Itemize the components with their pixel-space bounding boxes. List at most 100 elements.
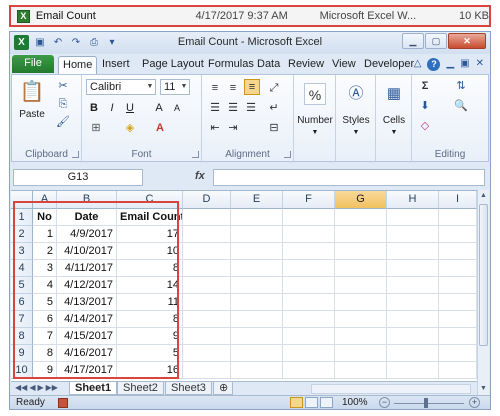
doc-minimize-icon[interactable]: ▁ [446, 58, 454, 71]
tab-page-layout[interactable]: Page Layout [138, 56, 208, 74]
scroll-up-icon[interactable]: ▲ [478, 190, 489, 202]
cell-g8[interactable] [335, 328, 387, 345]
cell-g5[interactable] [335, 277, 387, 294]
doc-restore-icon[interactable]: ▣ [460, 58, 469, 71]
bold-icon[interactable]: B [88, 101, 100, 115]
cell-d3[interactable] [183, 243, 231, 260]
align-left-icon[interactable]: ☰ [208, 101, 222, 115]
fx-icon[interactable]: fx [195, 170, 205, 182]
cell-f9[interactable] [283, 345, 335, 362]
fill-color-icon[interactable]: ◈ [122, 121, 138, 135]
cell-b1[interactable]: Date [57, 209, 117, 226]
align-top-icon[interactable]: ≡ [208, 81, 222, 95]
borders-icon[interactable]: ⊞ [88, 121, 104, 135]
decrease-indent-icon[interactable]: ⇤ [208, 121, 222, 135]
page-break-view-icon[interactable] [320, 397, 333, 408]
row-header[interactable]: 10 [11, 362, 33, 379]
font-name-dropdown-icon[interactable]: ▼ [145, 80, 155, 94]
cell-a8[interactable]: 7 [33, 328, 57, 345]
underline-icon[interactable]: U [124, 101, 136, 115]
cell-f6[interactable] [283, 294, 335, 311]
column-header-h[interactable]: H [387, 191, 439, 209]
cell-d9[interactable] [183, 345, 231, 362]
cell-c9[interactable]: 5 [117, 345, 183, 362]
cell-h4[interactable] [387, 260, 439, 277]
font-name-combo[interactable]: Calibri ▼ [86, 79, 156, 95]
page-layout-view-icon[interactable] [305, 397, 318, 408]
column-header-d[interactable]: D [183, 191, 231, 209]
cell-b2[interactable]: 4/9/2017 [57, 226, 117, 243]
cell-e7[interactable] [231, 311, 283, 328]
close-button[interactable]: ✕ [448, 33, 486, 49]
help-icon[interactable]: ? [427, 58, 441, 71]
cell-i10[interactable] [439, 362, 477, 379]
cell-f1[interactable] [283, 209, 335, 226]
column-header-c[interactable]: C [117, 191, 183, 209]
row-header[interactable]: 3 [11, 243, 33, 260]
cell-f7[interactable] [283, 311, 335, 328]
row-header[interactable]: 6 [11, 294, 33, 311]
row-header[interactable]: 5 [11, 277, 33, 294]
cell-i4[interactable] [439, 260, 477, 277]
zoom-slider[interactable] [394, 403, 464, 404]
cell-i1[interactable] [439, 209, 477, 226]
doc-close-icon[interactable]: ✕ [476, 58, 484, 71]
file-list-row[interactable]: X Email Count 4/17/2017 9:37 AM Microsof… [9, 5, 491, 27]
minimize-ribbon-icon[interactable]: △ [414, 58, 422, 71]
cell-d5[interactable] [183, 277, 231, 294]
cell-f3[interactable] [283, 243, 335, 260]
cell-c8[interactable]: 9 [117, 328, 183, 345]
cell-a10[interactable]: 9 [33, 362, 57, 379]
cell-i5[interactable] [439, 277, 477, 294]
cell-e8[interactable] [231, 328, 283, 345]
cell-h9[interactable] [387, 345, 439, 362]
number-group[interactable]: % Number ▼ [294, 75, 336, 161]
merge-center-icon[interactable]: ⊟ [266, 121, 282, 135]
styles-group[interactable]: Ⓐ Styles ▼ [336, 75, 376, 161]
row-header[interactable]: 9 [11, 345, 33, 362]
column-header-e[interactable]: E [231, 191, 283, 209]
cell-h7[interactable] [387, 311, 439, 328]
grow-font-icon[interactable]: A [152, 101, 166, 115]
zoom-level[interactable]: 100% [342, 396, 368, 409]
cell-e3[interactable] [231, 243, 283, 260]
cell-f5[interactable] [283, 277, 335, 294]
cell-f8[interactable] [283, 328, 335, 345]
sort-filter-icon[interactable]: ⇅ [452, 79, 470, 93]
zoom-out-icon[interactable]: − [379, 397, 390, 408]
cell-b8[interactable]: 4/15/2017 [57, 328, 117, 345]
cell-i2[interactable] [439, 226, 477, 243]
wrap-text-icon[interactable]: ↵ [266, 101, 282, 115]
fill-icon[interactable]: ⬇ [418, 99, 432, 113]
cell-c1[interactable]: Email Count [117, 209, 183, 226]
cell-c2[interactable]: 17 [117, 226, 183, 243]
cell-h2[interactable] [387, 226, 439, 243]
cell-i8[interactable] [439, 328, 477, 345]
scroll-thumb[interactable] [479, 204, 488, 346]
cell-g4[interactable] [335, 260, 387, 277]
cell-d8[interactable] [183, 328, 231, 345]
tab-formulas[interactable]: Formulas [204, 56, 258, 74]
paste-icon[interactable]: 📋 [18, 79, 46, 105]
cell-e4[interactable] [231, 260, 283, 277]
prev-sheet-icon[interactable]: ◀ [29, 383, 35, 392]
cell-c6[interactable]: 11 [117, 294, 183, 311]
font-color-icon[interactable]: A [152, 121, 168, 135]
cell-e10[interactable] [231, 362, 283, 379]
cell-g9[interactable] [335, 345, 387, 362]
cell-f10[interactable] [283, 362, 335, 379]
column-header-f[interactable]: F [283, 191, 335, 209]
row-header[interactable]: 4 [11, 260, 33, 277]
cell-a1[interactable]: No [33, 209, 57, 226]
column-header-i[interactable]: I [439, 191, 477, 209]
copy-icon[interactable]: ⎘ [56, 97, 70, 111]
cell-h8[interactable] [387, 328, 439, 345]
cell-h6[interactable] [387, 294, 439, 311]
cells-group[interactable]: ▦ Cells ▼ [376, 75, 412, 161]
cell-c10[interactable]: 16 [117, 362, 183, 379]
insert-sheet-icon[interactable]: ⊕ [213, 382, 233, 395]
cell-d2[interactable] [183, 226, 231, 243]
cell-i7[interactable] [439, 311, 477, 328]
horizontal-scrollbar[interactable] [311, 384, 471, 394]
cut-icon[interactable]: ✂ [56, 79, 70, 93]
